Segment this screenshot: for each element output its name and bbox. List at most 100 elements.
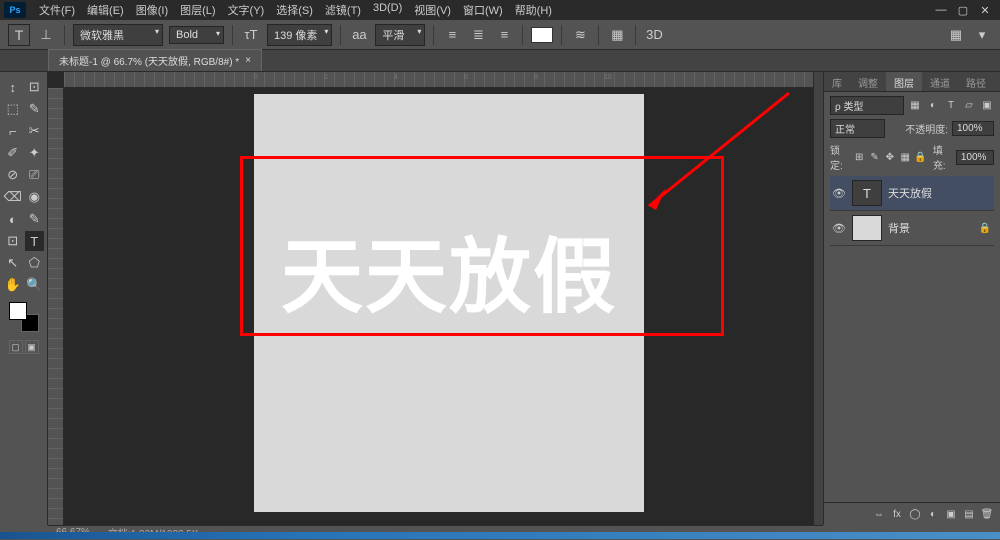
menu-view[interactable]: 视图(V) <box>409 0 456 20</box>
filter-image-icon[interactable]: ▦ <box>908 99 922 113</box>
filter-text-icon[interactable]: T <box>944 99 958 113</box>
zoom-tool[interactable]: 🔍 <box>25 275 45 295</box>
path-select-tool[interactable]: ↖ <box>3 253 23 273</box>
panel-menu-icon[interactable]: ▾ <box>972 25 992 45</box>
panels-collapse-strip[interactable] <box>813 72 823 525</box>
panel-tab-layers[interactable]: 图层 <box>886 72 922 91</box>
panel-tab-library[interactable]: 库 <box>824 72 850 91</box>
align-center-icon[interactable]: ≣ <box>468 25 488 45</box>
font-family-select[interactable]: 微软雅黑 <box>73 24 163 46</box>
tab-close-icon[interactable]: × <box>245 55 251 66</box>
lock-position-icon[interactable]: ✥ <box>884 150 896 164</box>
blend-mode-select[interactable]: 正常 <box>830 119 885 138</box>
canvas-text-layer[interactable]: 天天放假 <box>281 210 617 329</box>
font-style-select[interactable]: Bold <box>169 26 224 44</box>
filter-shape-icon[interactable]: ▱ <box>962 99 976 113</box>
foreground-color[interactable] <box>9 302 27 320</box>
delete-layer-icon[interactable]: 🗑 <box>980 507 994 521</box>
group-icon[interactable]: ▣ <box>944 507 958 521</box>
active-tool-icon[interactable]: T <box>8 24 30 46</box>
brush-tool[interactable]: ⊘ <box>3 165 23 185</box>
menu-help[interactable]: 帮助(H) <box>510 0 557 20</box>
lasso-tool[interactable]: ✎ <box>25 99 45 119</box>
maximize-button[interactable]: ▢ <box>956 3 970 17</box>
layer-row[interactable]: 👁 T 天天放假 <box>830 176 994 211</box>
layer-name[interactable]: 天天放假 <box>888 185 932 201</box>
layer-mask-icon[interactable]: ◯ <box>908 507 922 521</box>
type-tool[interactable]: T <box>25 231 45 251</box>
adjustment-layer-icon[interactable]: ◐ <box>926 507 940 521</box>
eyedropper-tool[interactable]: ✐ <box>3 143 23 163</box>
ruler-vertical[interactable] <box>48 88 64 525</box>
app-logo: Ps <box>4 2 26 18</box>
canvas[interactable]: 天天放假 <box>254 94 644 512</box>
quick-mask-icon[interactable]: ▢ <box>9 340 23 354</box>
lock-artboard-icon[interactable]: ▦ <box>899 150 911 164</box>
lock-all-icon[interactable]: 🔒 <box>914 150 926 164</box>
antialias-select[interactable]: 平滑 <box>375 24 425 46</box>
right-panels: 库 调整 图层 通道 路径 ρ 类型 ▦ ◐ T ▱ ▣ 正常 不透明度: 10… <box>823 72 1000 525</box>
minimize-button[interactable]: — <box>934 3 948 17</box>
shape-tool[interactable]: ⬠ <box>25 253 45 273</box>
dodge-tool[interactable]: ◐ <box>3 209 23 229</box>
font-size-select[interactable]: 139 像素 <box>267 24 332 46</box>
link-layers-icon[interactable]: ⇔ <box>872 507 886 521</box>
3d-icon[interactable]: 3D <box>644 25 664 45</box>
layer-name[interactable]: 背景 <box>888 220 910 236</box>
text-orientation-icon[interactable]: ⊥ <box>36 25 56 45</box>
healing-tool[interactable]: ✦ <box>25 143 45 163</box>
menu-type[interactable]: 文字(Y) <box>223 0 270 20</box>
visibility-icon[interactable]: 👁 <box>832 187 846 200</box>
lock-transparent-icon[interactable]: ⊞ <box>853 150 865 164</box>
tools-panel: ↕⊡ ⬚✎ ⌐✂ ✐✦ ⊘⎚ ⌫◉ ◐✎ ⊡T ↖⬠ ✋🔍 ▢ ▣ <box>0 72 48 525</box>
menu-filter[interactable]: 滤镜(T) <box>320 0 366 20</box>
hand-tool[interactable]: ✋ <box>3 275 23 295</box>
lock-pixels-icon[interactable]: ✎ <box>868 150 880 164</box>
filter-adjust-icon[interactable]: ◐ <box>926 99 940 113</box>
menu-file[interactable]: 文件(F) <box>34 0 80 20</box>
pen-tool[interactable]: ✎ <box>25 209 45 229</box>
opacity-input[interactable]: 100% <box>952 121 994 136</box>
artboard-tool[interactable]: ⊡ <box>25 77 45 97</box>
filter-smart-icon[interactable]: ▣ <box>980 99 994 113</box>
align-right-icon[interactable]: ≡ <box>494 25 514 45</box>
fill-input[interactable]: 100% <box>956 150 994 165</box>
layer-thumb-bg <box>852 215 882 241</box>
menu-layer[interactable]: 图层(L) <box>175 0 220 20</box>
stamp-tool[interactable]: ⎚ <box>25 165 45 185</box>
layer-thumb-text: T <box>852 180 882 206</box>
rect-tool[interactable]: ⊡ <box>3 231 23 251</box>
document-tab[interactable]: 未标题-1 @ 66.7% (天天放假, RGB/8#) * × <box>48 49 262 71</box>
close-button[interactable]: ✕ <box>978 3 992 17</box>
layer-row[interactable]: 👁 背景 🔒 <box>830 211 994 246</box>
panel-tab-channels[interactable]: 通道 <box>922 72 958 91</box>
crop-tool[interactable]: ⌐ <box>3 121 23 141</box>
layer-style-icon[interactable]: fx <box>890 507 904 521</box>
panel-tab-paths[interactable]: 路径 <box>958 72 994 91</box>
marquee-tool[interactable]: ⬚ <box>3 99 23 119</box>
workspace-icon[interactable]: ▦ <box>946 25 966 45</box>
ruler-horizontal[interactable]: 0246810 <box>64 72 823 88</box>
menu-edit[interactable]: 编辑(E) <box>82 0 129 20</box>
menu-3d[interactable]: 3D(D) <box>368 0 407 20</box>
character-panel-icon[interactable]: ▦ <box>607 25 627 45</box>
menu-window[interactable]: 窗口(W) <box>458 0 508 20</box>
new-layer-icon[interactable]: ▤ <box>962 507 976 521</box>
color-picker[interactable] <box>9 302 39 332</box>
screen-mode-icon[interactable]: ▣ <box>25 340 39 354</box>
panel-tab-adjust[interactable]: 调整 <box>850 72 886 91</box>
canvas-viewport[interactable]: 天天放假 <box>64 88 823 525</box>
menu-select[interactable]: 选择(S) <box>271 0 318 20</box>
menu-image[interactable]: 图像(I) <box>131 0 173 20</box>
eraser-tool[interactable]: ⌫ <box>3 187 23 207</box>
tab-title: 未标题-1 @ 66.7% (天天放假, RGB/8#) * <box>59 53 239 68</box>
slice-tool[interactable]: ✂ <box>25 121 45 141</box>
options-bar: T ⊥ 微软雅黑 Bold τT 139 像素 aa 平滑 ≡ ≣ ≡ ≋ ▦ … <box>0 20 1000 50</box>
warp-text-icon[interactable]: ≋ <box>570 25 590 45</box>
align-left-icon[interactable]: ≡ <box>442 25 462 45</box>
move-tool[interactable]: ↕ <box>3 77 23 97</box>
visibility-icon[interactable]: 👁 <box>832 222 846 235</box>
gradient-tool[interactable]: ◉ <box>25 187 45 207</box>
layer-filter-select[interactable]: ρ 类型 <box>830 96 904 115</box>
text-color-swatch[interactable] <box>531 27 553 43</box>
